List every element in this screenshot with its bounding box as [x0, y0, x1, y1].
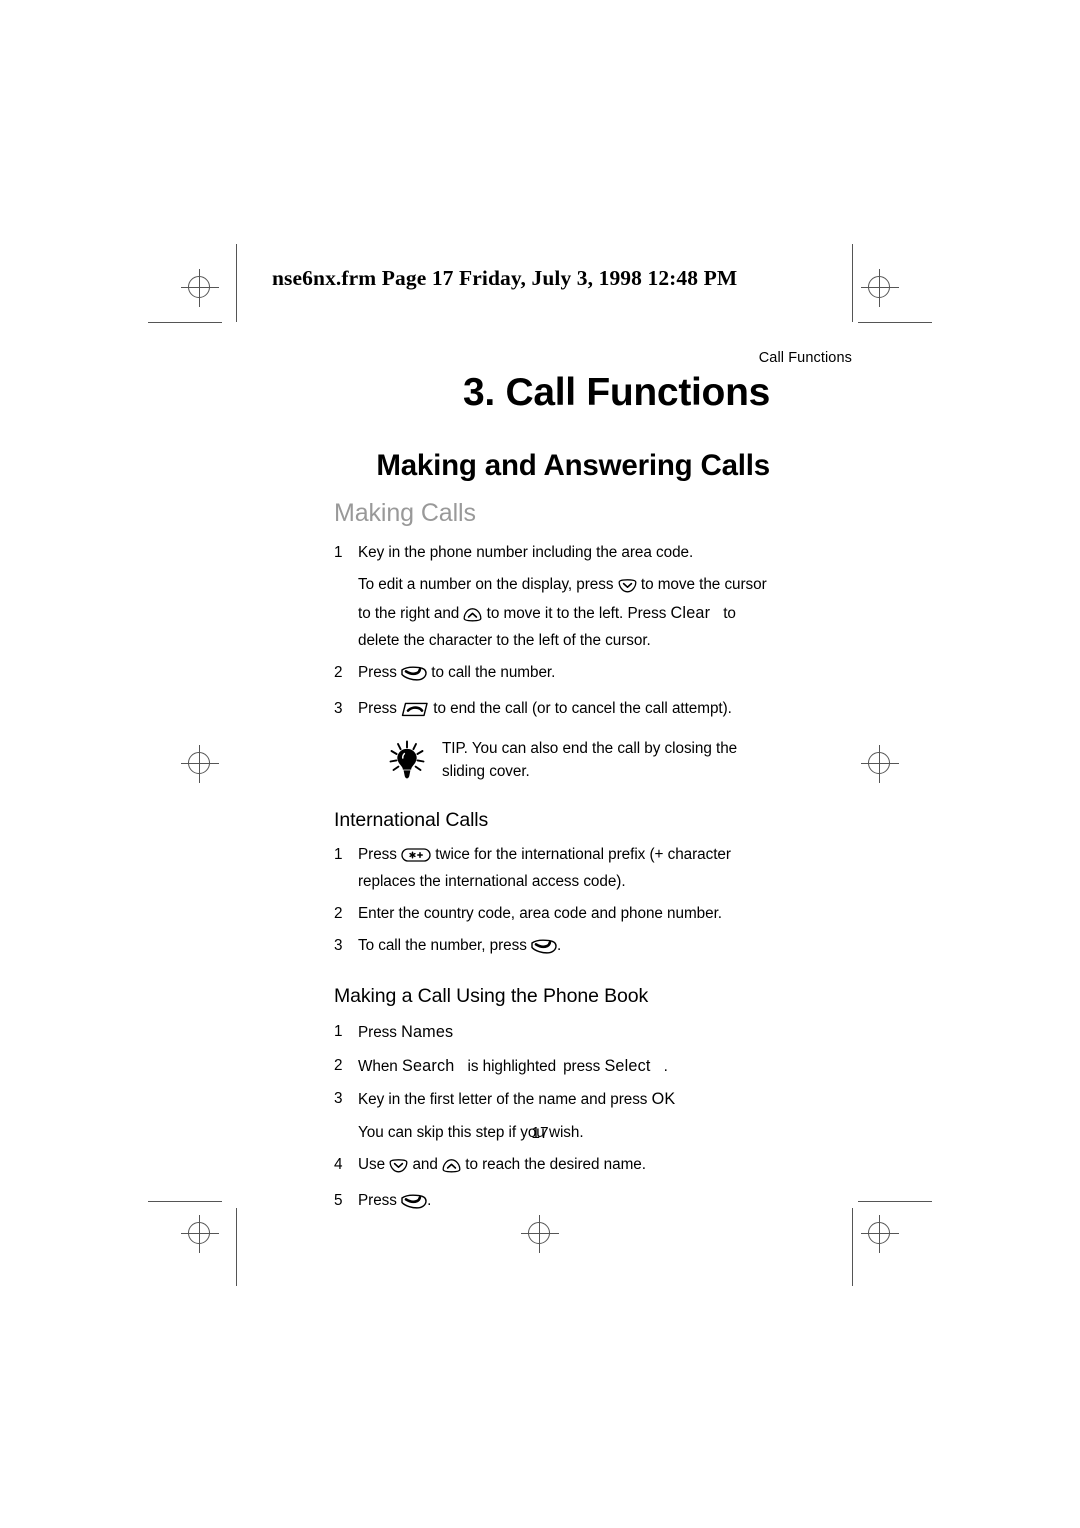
chapter-title: 3. Call Functions	[463, 371, 770, 414]
step-number: 2	[334, 904, 343, 922]
scroll-up-key-icon	[463, 606, 482, 629]
registration-mark-bottom-center	[518, 1212, 562, 1256]
step-international-1: 1 Press twice for the international pref…	[334, 843, 770, 893]
registration-mark-bottom-right	[858, 1212, 902, 1256]
step-number: 1	[334, 846, 343, 864]
step-text-c: press	[563, 1057, 601, 1075]
step-text-d: .	[663, 1057, 668, 1075]
step-text-b: .	[427, 1192, 432, 1210]
registration-mark-hline	[861, 287, 899, 289]
tip-text: You can also end the call by closing the…	[442, 739, 738, 780]
step-text: Key in the phone number including the ar…	[358, 544, 694, 562]
step-text-b: and	[412, 1156, 438, 1174]
registration-mark-hline	[181, 763, 219, 765]
step-number: 1	[334, 1022, 343, 1040]
step-number: 3	[334, 937, 343, 955]
step-number: 5	[334, 1192, 343, 1210]
step-text-b: to call the number.	[431, 664, 556, 682]
running-header: Call Functions	[758, 350, 852, 366]
softkey-label-search: Search	[401, 1056, 455, 1075]
tip-callout: TIP. You can also end the call by closin…	[334, 737, 770, 784]
step-number: 1	[334, 544, 343, 562]
tip-label: TIP.	[442, 739, 468, 757]
detail-text-a: To edit a number on the display, press	[358, 576, 614, 594]
step-international-3: 3 To call the number, press .	[334, 934, 770, 961]
step-text-a: Press	[358, 1192, 397, 1210]
step-text-a: Press	[358, 664, 397, 682]
registration-mark-hline	[181, 287, 219, 289]
softkey-label-clear: Clear	[670, 603, 711, 622]
scroll-down-key-icon	[389, 1157, 408, 1180]
star-key-icon	[401, 846, 431, 869]
step-text-a: To call the number, press	[358, 937, 527, 955]
step-text-b: is highlighted	[467, 1057, 557, 1075]
step-number: 3	[334, 1090, 343, 1108]
step-number: 3	[334, 700, 343, 718]
page-content: 3. Call Functions Making and Answering C…	[334, 371, 770, 1217]
trim-line-bottom-right	[858, 1201, 932, 1203]
step-making-calls-1-detail: To edit a number on the display, press t…	[334, 573, 770, 652]
registration-mark-mid-left	[178, 742, 222, 786]
trim-line-top-left	[148, 322, 222, 324]
step-text-a: Key in the first letter of the name and …	[358, 1091, 648, 1109]
subsection-title-making-calls: Making Calls	[334, 498, 476, 527]
step-number: 2	[334, 664, 343, 682]
trim-line-top-right	[858, 322, 932, 324]
registration-mark-hline	[861, 1233, 899, 1235]
softkey-label-select: Select	[604, 1056, 651, 1075]
step-making-calls-1: 1 Key in the phone number including the …	[334, 541, 770, 564]
step-making-calls-3: 3 Press to end the call (or to cancel th…	[334, 697, 770, 724]
detail-text-c: to move it to the left. Press	[486, 604, 667, 622]
trim-line-bottom-left	[148, 1201, 222, 1203]
step-text-b: to end the call (or to cancel the call a…	[433, 700, 732, 718]
step-text: Enter the country code, area code and ph…	[358, 904, 722, 922]
registration-mark-hline	[181, 1233, 219, 1235]
framemaker-banner: nse6nx.frm Page 17 Friday, July 3, 1998 …	[272, 266, 738, 290]
step-phonebook-1: 1 Press Names	[334, 1020, 770, 1045]
registration-mark-mid-right	[858, 742, 902, 786]
step-international-2: 2 Enter the country code, area code and …	[334, 902, 770, 925]
scroll-down-key-icon	[618, 577, 637, 600]
step-phonebook-3: 3 Key in the first letter of the name an…	[334, 1087, 770, 1112]
step-number: 4	[334, 1156, 343, 1174]
page-number: 17	[531, 1125, 549, 1142]
step-making-calls-2: 2 Press to call the number.	[334, 661, 770, 688]
trim-line-left-top	[236, 244, 238, 322]
step-phonebook-5: 5 Press .	[334, 1189, 770, 1216]
send-key-icon	[401, 1193, 427, 1216]
trim-line-right-bottom	[852, 1208, 854, 1286]
trim-line-left-bottom	[236, 1208, 238, 1286]
step-text-b: .	[557, 937, 562, 955]
step-text-a: When	[358, 1057, 398, 1075]
softkey-label-names: Names	[401, 1022, 454, 1041]
send-key-icon	[401, 665, 427, 688]
step-text-a: Press	[358, 700, 397, 718]
softkey-label-ok: OK	[651, 1090, 676, 1109]
section-title: Making and Answering Calls	[376, 449, 770, 483]
step-text-a: Use	[358, 1156, 386, 1174]
send-key-icon	[531, 938, 557, 961]
step-phonebook-2: 2 When Search is highlighted press Select.	[334, 1054, 770, 1079]
registration-mark-hline	[861, 763, 899, 765]
step-number: 2	[334, 1056, 343, 1074]
step-text-c: to reach the desired name.	[465, 1156, 646, 1174]
registration-mark-top-left	[178, 266, 222, 310]
subsection-title-international-calls: International Calls	[334, 809, 489, 832]
end-key-icon	[401, 701, 429, 724]
step-text-a: Press	[358, 846, 397, 864]
trim-line-right-top	[852, 244, 854, 322]
registration-mark-top-right	[858, 266, 902, 310]
registration-mark-hline	[521, 1233, 559, 1235]
lightbulb-icon	[386, 739, 428, 781]
step-text-a: Press	[358, 1023, 397, 1041]
subsection-title-phone-book: Making a Call Using the Phone Book	[334, 985, 649, 1008]
step-phonebook-4: 4 Use and to reach the desired name.	[334, 1153, 770, 1180]
registration-mark-bottom-left	[178, 1212, 222, 1256]
scroll-up-key-icon	[442, 1157, 461, 1180]
